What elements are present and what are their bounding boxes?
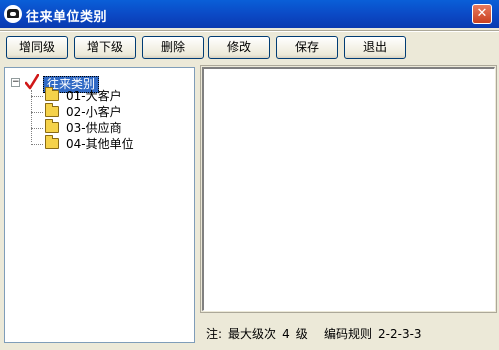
max-level-label: 最大级次	[228, 327, 277, 341]
tree-item-label[interactable]: 01-大客户	[66, 88, 122, 104]
folder-icon	[45, 119, 59, 133]
folder-icon	[45, 87, 59, 101]
title-bar: 往来单位类别 ✕	[0, 0, 499, 28]
max-level-unit: 级	[295, 327, 308, 341]
coding-rule-value: 2-2-3-3	[378, 327, 422, 341]
close-button[interactable]: ✕	[472, 4, 492, 24]
collapse-icon[interactable]: −	[11, 78, 20, 87]
tree-branch-line	[31, 96, 43, 97]
app-icon	[4, 5, 22, 23]
note-prefix: 注:	[206, 327, 223, 341]
tree-branch-line	[31, 112, 43, 113]
coding-rule-info: 编码规则 2-2-3-3	[324, 325, 422, 342]
tree-item-label[interactable]: 04-其他单位	[66, 136, 134, 152]
check-icon	[25, 74, 39, 90]
category-tree[interactable]: − 往来类别 01-大客户 02-小客户 03-供应商 04-其他单位	[4, 67, 195, 343]
delete-button[interactable]: 删除	[142, 36, 204, 59]
folder-icon	[45, 135, 59, 149]
add-child-button[interactable]: 增下级	[74, 36, 136, 59]
toolbar-divider	[0, 30, 499, 32]
max-level-info: 注: 最大级次 4 级	[206, 325, 308, 342]
save-button[interactable]: 保存	[276, 36, 338, 59]
tree-branch-line	[31, 144, 43, 145]
folder-icon	[45, 103, 59, 117]
status-bar: 注: 最大级次 4 级 编码规则 2-2-3-3	[202, 318, 495, 344]
exit-button[interactable]: 退出	[344, 36, 406, 59]
tree-branch-line	[31, 128, 43, 129]
coding-rule-label: 编码规则	[324, 327, 373, 341]
max-level-value: 4	[282, 327, 290, 341]
tree-connector	[31, 90, 46, 142]
tree-item-label[interactable]: 03-供应商	[66, 120, 122, 136]
edit-button[interactable]: 修改	[208, 36, 270, 59]
tree-item-label[interactable]: 02-小客户	[66, 104, 122, 120]
window-title: 往来单位类别	[26, 10, 108, 25]
add-sibling-button[interactable]: 增同级	[6, 36, 68, 59]
detail-panel[interactable]	[202, 67, 495, 311]
